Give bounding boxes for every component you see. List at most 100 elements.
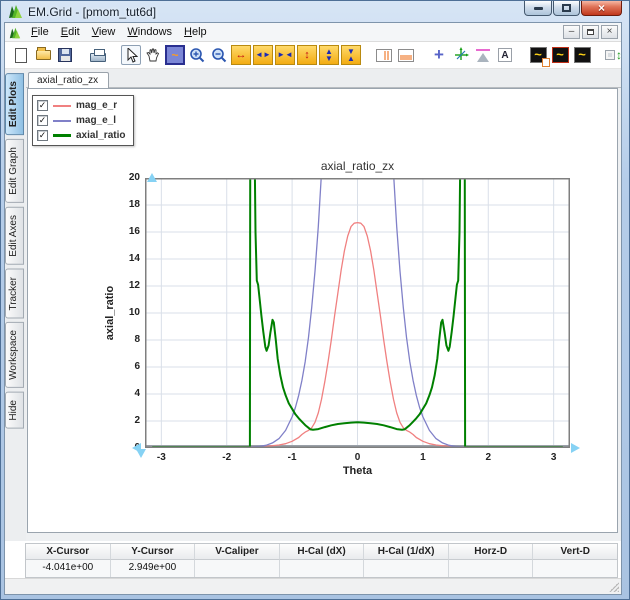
x-tick-label: -3 xyxy=(156,452,166,463)
caliper-tool-button[interactable] xyxy=(473,45,493,65)
open-file-button[interactable] xyxy=(33,45,53,65)
chart-title: axial_ratio_zx xyxy=(320,159,395,173)
zoom-out-button[interactable] xyxy=(209,45,229,65)
legend-checkbox-mag-e-l[interactable]: ✓ xyxy=(37,115,48,126)
plot-panel[interactable]: ✓ mag_e_r ✓ mag_e_l ✓ axial_ratio axial_… xyxy=(27,88,618,533)
pan-tool-button[interactable] xyxy=(143,45,163,65)
text-tool-button[interactable]: A xyxy=(495,45,515,65)
cursor-status-table: X-Cursor Y-Cursor V-Caliper H-Cal (dX) H-Cal… xyxy=(25,543,618,578)
maximize-button[interactable] xyxy=(553,1,580,16)
split-horizontal-button[interactable] xyxy=(396,45,416,65)
sidebar-tab-hide[interactable]: Hide xyxy=(5,392,24,429)
print-button[interactable] xyxy=(88,45,108,65)
menu-help[interactable]: Help xyxy=(178,25,213,39)
title-bar[interactable]: EM.Grid - [pmom_tut6d] × xyxy=(1,1,629,22)
caliper-icon xyxy=(476,48,490,62)
new-file-button[interactable] xyxy=(11,45,31,65)
sidebar-tab-edit-graph[interactable]: Edit Graph xyxy=(5,139,24,203)
window-title: EM.Grid - [pmom_tut6d] xyxy=(28,4,157,19)
expand-y-icon: ↕ xyxy=(304,49,310,61)
y-tick-label: 16 xyxy=(128,226,140,237)
split-vertical-icon xyxy=(376,48,392,62)
pan-hand-icon xyxy=(146,48,160,62)
y-tick-label: 20 xyxy=(128,172,140,183)
expand-y-button[interactable]: ↕ xyxy=(297,45,317,65)
legend: ✓ mag_e_r ✓ mag_e_l ✓ axial_ratio xyxy=(32,95,135,146)
fit-view-button[interactable]: ~ xyxy=(165,45,185,65)
zoom-in-icon xyxy=(190,48,205,63)
menu-view[interactable]: View xyxy=(86,25,122,39)
status-table-header-row: X-Cursor Y-Cursor V-Caliper H-Cal (dX) H-Cal… xyxy=(26,544,618,560)
dark-plot-icon-2: ~ xyxy=(573,47,591,63)
y-tick-label: 8 xyxy=(134,334,140,345)
axis-handle-origin-down-icon[interactable] xyxy=(136,449,146,458)
axes-icon xyxy=(455,47,469,60)
legend-label-mag-e-l: mag_e_l xyxy=(76,115,117,126)
compress-y-button[interactable]: ▼ ▲ xyxy=(341,45,361,65)
open-folder-icon xyxy=(35,47,51,60)
status-value-cell: -4.041e+00 xyxy=(26,560,111,577)
mdi-restore-button[interactable] xyxy=(582,25,599,39)
close-button[interactable]: × xyxy=(581,1,622,16)
shrink-y-icon: ▲ ▼ xyxy=(325,47,333,63)
minimize-button[interactable] xyxy=(524,1,552,16)
status-header-cell: V-Caliper xyxy=(195,544,280,560)
zoom-in-button[interactable] xyxy=(187,45,207,65)
menu-file[interactable]: File xyxy=(25,25,55,39)
axis-handle-bottom-right-icon[interactable] xyxy=(571,443,580,453)
mdi-restore-icon xyxy=(587,29,594,35)
vertical-link-group[interactable]: ↕ xyxy=(605,45,621,65)
status-table-value-row: -4.041e+00 2.949e+00 xyxy=(26,560,618,577)
app-logo-icon xyxy=(8,4,23,19)
pointer-tool-button[interactable] xyxy=(121,45,141,65)
new-file-icon xyxy=(15,47,27,63)
zoom-out-icon xyxy=(212,48,227,63)
print-icon xyxy=(90,48,106,62)
graph-properties-button[interactable]: ~ xyxy=(528,45,550,67)
x-tick-label: 3 xyxy=(550,452,557,463)
crosshair-icon: + xyxy=(434,45,444,64)
status-value-cell xyxy=(195,560,280,577)
sidebar-tab-tracker[interactable]: Tracker xyxy=(5,268,24,319)
plot-area[interactable] xyxy=(145,178,570,448)
mdi-close-button[interactable]: × xyxy=(601,25,618,39)
dark-plot-style-button-2[interactable]: ~ xyxy=(572,45,592,65)
fit-view-icon: ~ xyxy=(171,48,179,62)
properties-box-icon xyxy=(542,58,550,67)
sidebar-tab-edit-plots[interactable]: Edit Plots xyxy=(5,73,24,136)
legend-checkbox-mag-e-r[interactable]: ✓ xyxy=(37,100,48,111)
menu-windows[interactable]: Windows xyxy=(121,25,178,39)
sidebar-tab-edit-axes[interactable]: Edit Axes xyxy=(5,206,24,265)
resize-grip[interactable] xyxy=(609,582,619,592)
shrink-y-button[interactable]: ▲ ▼ xyxy=(319,45,339,65)
crosshair-tool-button[interactable]: + xyxy=(429,45,449,65)
dark-plot-style-button[interactable]: ~ xyxy=(550,45,570,65)
axes-tool-button[interactable] xyxy=(451,45,471,65)
expand-x-button[interactable]: ↔ xyxy=(231,45,251,65)
menu-edit[interactable]: Edit xyxy=(55,25,86,39)
split-vertical-button[interactable] xyxy=(374,45,394,65)
legend-row-mag-e-r: ✓ mag_e_r xyxy=(37,99,125,112)
tab-axial-ratio-zx[interactable]: axial_ratio_zx xyxy=(28,72,110,88)
legend-line-mag-e-l xyxy=(53,119,71,122)
status-header-cell: X-Cursor xyxy=(26,544,111,560)
legend-line-axial-ratio xyxy=(53,134,71,137)
shrink-x-button[interactable]: ◄► xyxy=(253,45,273,65)
y-tick-label: 6 xyxy=(134,361,140,372)
status-header-cell: H-Cal (1/dX) xyxy=(364,544,449,560)
axis-handle-top-left-icon[interactable] xyxy=(147,173,157,182)
vertical-link-checkbox-left[interactable] xyxy=(605,50,615,60)
minimize-icon xyxy=(533,6,543,10)
x-axis-label: Theta xyxy=(342,465,373,477)
sidebar-tab-workspace[interactable]: Workspace xyxy=(5,322,24,389)
expand-x-icon: ↔ xyxy=(235,49,247,61)
legend-checkbox-axial-ratio[interactable]: ✓ xyxy=(37,130,48,141)
y-tick-label: 14 xyxy=(128,253,140,264)
y-tick-label: 2 xyxy=(134,415,140,426)
mdi-minimize-button[interactable]: – xyxy=(563,25,580,39)
save-button[interactable] xyxy=(55,45,75,65)
dark-plot-icon: ~ xyxy=(551,47,569,63)
compress-x-button[interactable]: ►◄ xyxy=(275,45,295,65)
legend-line-mag-e-r xyxy=(53,104,71,107)
x-tick-label: 0 xyxy=(354,452,361,463)
